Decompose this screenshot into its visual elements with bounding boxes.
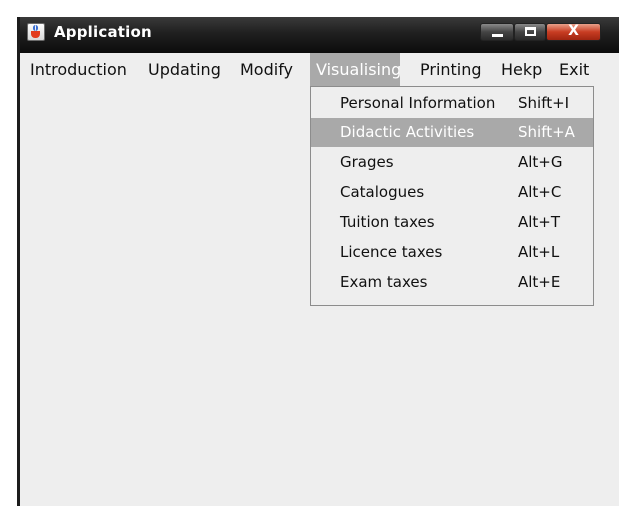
menu-introduction[interactable]: Introduction [30,53,127,86]
close-icon: X [568,23,579,39]
menu-hekp[interactable]: Hekp [501,53,542,86]
menu-item-label: Grages [340,153,394,171]
menu-item-label: Exam taxes [340,273,428,291]
menu-item-label: Licence taxes [340,243,443,261]
menu-item-catalogues[interactable]: Catalogues Alt+C [311,178,593,207]
menu-item-shortcut: Alt+E [518,273,561,291]
menu-item-personal-information[interactable]: Personal Information Shift+I [311,89,593,118]
menu-item-shortcut: Shift+I [518,94,570,112]
visualising-dropdown-menu: Personal Information Shift+I Didactic Ac… [310,86,594,306]
menu-item-exam-taxes[interactable]: Exam taxes Alt+E [311,268,593,297]
close-button[interactable]: X [546,23,601,41]
window-title: Application [54,23,152,41]
minimize-icon [492,34,503,37]
menu-printing[interactable]: Printing [420,53,482,86]
menu-item-shortcut: Shift+A [518,123,575,141]
menu-exit[interactable]: Exit [559,53,589,86]
screen-background: Application X Introduction Updating Modi… [0,0,619,506]
menu-item-label: Catalogues [340,183,425,201]
java-icon [27,23,45,41]
menu-item-shortcut: Alt+T [518,213,561,231]
menu-item-licence-taxes[interactable]: Licence taxes Alt+L [311,238,593,267]
menu-item-tuition-taxes[interactable]: Tuition taxes Alt+T [311,208,593,237]
maximize-button[interactable] [514,23,546,41]
java-icon-cup [31,31,40,38]
minimize-button[interactable] [480,23,514,41]
title-bar[interactable]: Application X [20,17,619,53]
menu-item-didactic-activities[interactable]: Didactic Activities Shift+A [311,118,593,147]
menu-modify[interactable]: Modify [240,53,293,86]
menu-bar: Introduction Updating Modify Visualising… [20,53,619,86]
menu-item-label: Tuition taxes [340,213,435,231]
menu-item-grages[interactable]: Grages Alt+G [311,148,593,177]
application-window: Application X Introduction Updating Modi… [17,17,619,506]
menu-visualising[interactable]: Visualising [310,53,401,86]
menu-item-shortcut: Alt+C [518,183,562,201]
menu-updating[interactable]: Updating [148,53,221,86]
menu-item-shortcut: Alt+G [518,153,563,171]
maximize-icon [525,27,536,36]
menu-item-label: Personal Information [340,94,496,112]
menu-item-label: Didactic Activities [340,123,475,141]
menu-item-shortcut: Alt+L [518,243,560,261]
